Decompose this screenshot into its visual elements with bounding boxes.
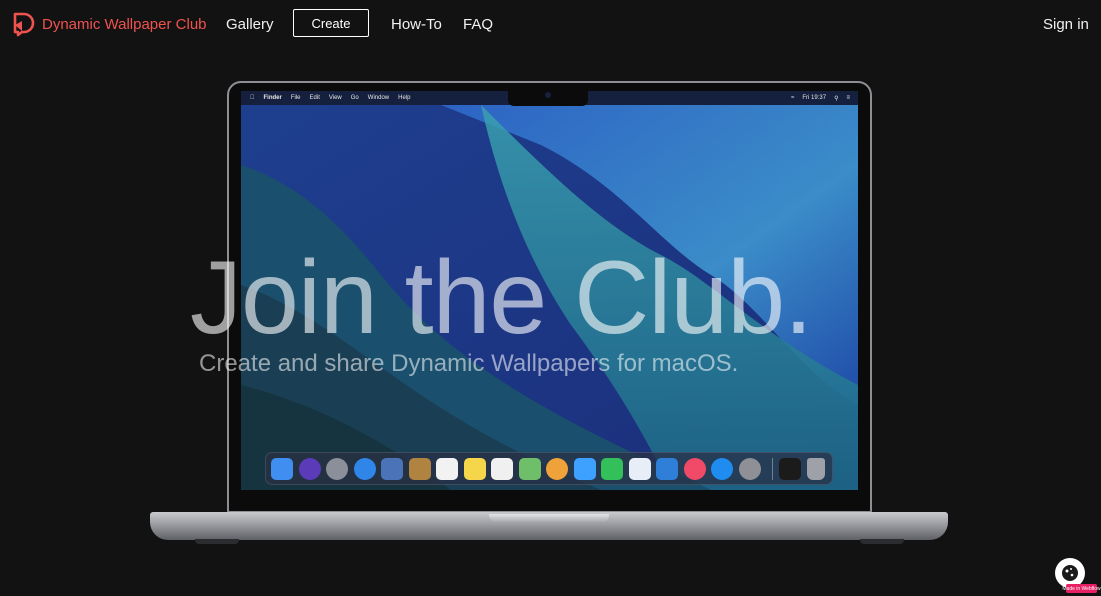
finder-icon[interactable] [271,458,293,480]
launchpad-icon[interactable] [326,458,348,480]
notes-book-icon[interactable] [408,458,431,480]
trash-icon[interactable] [806,458,825,480]
nav-gallery-link[interactable]: Gallery [226,16,274,33]
mac-dock [265,452,833,485]
calendar-icon[interactable] [436,458,458,480]
logo-icon[interactable] [12,11,36,37]
safari-icon[interactable] [353,458,376,480]
nav-howto-link[interactable]: How-To [391,16,442,33]
laptop-opening-notch [489,514,609,522]
menubar-item: Help [393,95,410,101]
laptop-foot [195,539,239,544]
laptop-foot [860,539,904,544]
reminders-icon[interactable] [491,458,513,480]
menubar-item: Window [363,95,389,101]
apple-menu-icon:  [250,95,255,101]
menubar-item: Go [346,95,359,101]
menubar-clock: Fri 19:37 [802,95,827,101]
menubar-item: Edit [305,95,320,101]
wifi-icon: ≈ [791,95,795,101]
photos-icon[interactable] [546,458,568,480]
messages-icon[interactable] [573,458,596,480]
terminal-icon[interactable] [779,458,801,480]
camera-icon [545,92,551,98]
menubar-item: Finder [259,95,282,101]
control-center-icon: ≡ [846,95,850,101]
notes-icon[interactable] [463,458,486,480]
hero-subtitle: Create and share Dynamic Wallpapers for … [199,350,739,377]
sign-in-link[interactable]: Sign in [1043,16,1089,33]
preview-icon[interactable] [381,458,403,480]
menubar-item: View [324,95,342,101]
nav-faq-link[interactable]: FAQ [463,16,493,33]
music-icon[interactable] [683,458,706,480]
maps-icon[interactable] [518,458,541,480]
top-navigation: Dynamic Wallpaper Club Gallery Create Ho… [0,0,1101,48]
keynote-icon[interactable] [628,458,651,480]
dock-divider [772,458,773,480]
app-store-icon[interactable] [711,458,733,480]
facetime-icon[interactable] [601,458,623,480]
siri-icon[interactable] [298,458,321,480]
create-button[interactable]: Create [293,9,369,37]
system-preferences-icon[interactable] [738,458,761,480]
menubar-item: File [286,95,301,101]
spotlight-icon: ⚲ [834,95,839,102]
presentation-icon[interactable] [656,458,678,480]
webflow-badge[interactable]: Made in Webflow [1062,584,1101,593]
hero-title: Join the Club. [190,240,813,356]
brand-name-link[interactable]: Dynamic Wallpaper Club [42,16,207,33]
